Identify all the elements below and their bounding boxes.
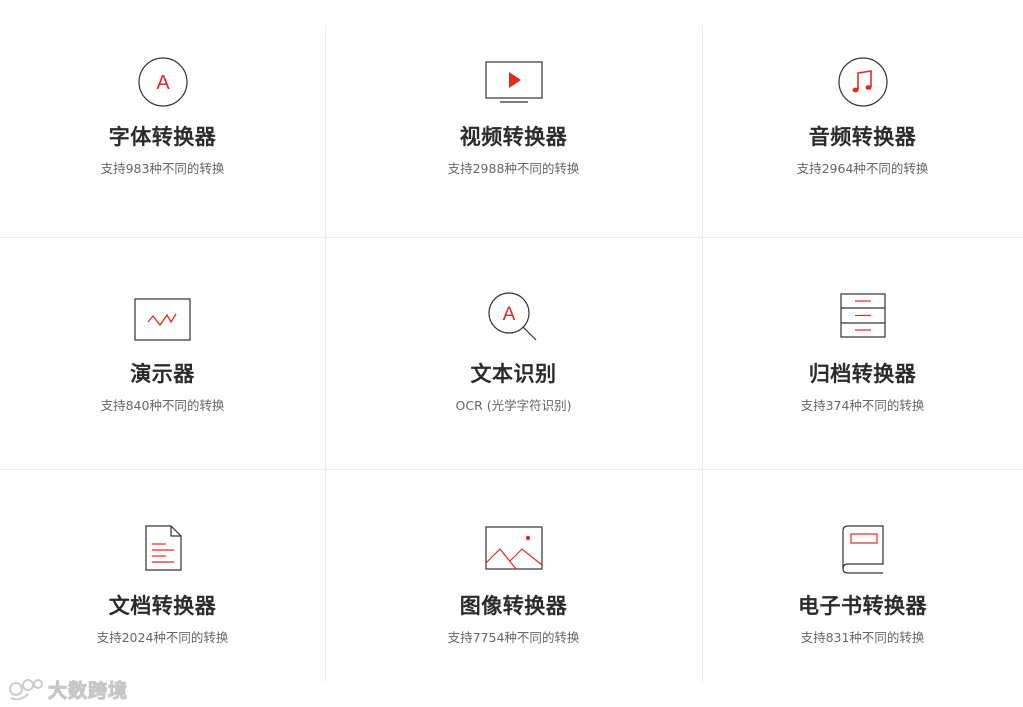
converter-card-archive[interactable]: 归档转换器 支持374种不同的转换	[702, 237, 1023, 469]
converter-title: 图像转换器	[459, 594, 568, 618]
converter-card-font[interactable]: A 字体转换器 支持983种不同的转换	[0, 0, 325, 237]
archive-icon	[839, 293, 886, 338]
converter-title: 字体转换器	[108, 125, 217, 149]
converter-title: 归档转换器	[808, 362, 917, 386]
converter-grid: A 字体转换器 支持983种不同的转换 视频转换器 支持2988种不同的转换 音…	[0, 0, 1023, 707]
converter-card-presentation[interactable]: 演示器 支持840种不同的转换	[0, 237, 325, 469]
converter-title: 电子书转换器	[798, 594, 927, 618]
converter-card-video[interactable]: 视频转换器 支持2988种不同的转换	[325, 0, 702, 237]
converter-title: 文本识别	[470, 362, 557, 386]
converter-subtitle: 支持374种不同的转换	[800, 398, 925, 413]
converter-title: 视频转换器	[459, 125, 568, 149]
converter-title: 文档转换器	[108, 594, 217, 618]
watermark-text: 大数跨境	[47, 680, 129, 703]
converter-subtitle: 支持983种不同的转换	[100, 161, 225, 176]
converter-subtitle: 支持2988种不同的转换	[447, 161, 580, 176]
converter-subtitle: 支持7754种不同的转换	[447, 630, 580, 645]
converter-card-document[interactable]: 文档转换器 支持2024种不同的转换	[0, 469, 325, 707]
document-icon	[144, 525, 182, 571]
music-icon	[837, 57, 888, 107]
converter-card-ebook[interactable]: 电子书转换器 支持831种不同的转换	[702, 469, 1023, 707]
converter-subtitle: OCR (光学字符识别)	[455, 398, 572, 413]
converter-subtitle: 支持831种不同的转换	[800, 630, 925, 645]
watermark: 大数跨境	[8, 674, 138, 703]
ocr-magnifier-icon: A	[487, 292, 536, 341]
font-icon: A	[137, 57, 188, 107]
converter-subtitle: 支持840种不同的转换	[100, 398, 225, 413]
converter-subtitle: 支持2024种不同的转换	[96, 630, 229, 645]
video-icon	[484, 61, 543, 103]
converter-card-ocr[interactable]: A 文本识别 OCR (光学字符识别)	[325, 237, 702, 469]
svg-text:A: A	[502, 304, 515, 325]
converter-title: 演示器	[130, 362, 195, 386]
converter-card-audio[interactable]: 音频转换器 支持2964种不同的转换	[702, 0, 1023, 237]
ebook-icon	[841, 525, 884, 574]
presentation-icon	[133, 298, 191, 341]
converter-card-image[interactable]: 图像转换器 支持7754种不同的转换	[325, 469, 702, 707]
converter-subtitle: 支持2964种不同的转换	[796, 161, 929, 176]
watermark-logo-icon	[9, 679, 43, 701]
svg-text:A: A	[156, 72, 170, 94]
converter-title: 音频转换器	[808, 125, 917, 149]
image-icon	[484, 526, 543, 570]
